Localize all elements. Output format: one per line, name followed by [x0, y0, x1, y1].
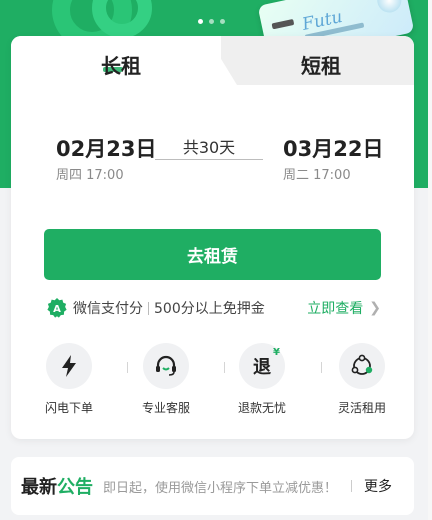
headset-icon [143, 343, 189, 389]
announcement-title-highlight: 公告 [57, 477, 93, 498]
feature-label: 灵活租用 [337, 401, 386, 415]
wechat-pay-score-icon: A [46, 297, 68, 319]
feature-customer-service: 专业客服 [126, 343, 206, 416]
feature-label: 专业客服 [141, 401, 190, 415]
view-now-label: 立即查看 [307, 301, 364, 317]
announcement-bar[interactable]: 最新公告 即日起，使用微信小程序下单立减优惠！ 更多 [11, 457, 414, 515]
tab-long-rent[interactable]: 长租 [101, 50, 141, 79]
pagination-dot [198, 19, 203, 24]
feature-flexible-rent: 灵活租用 [322, 343, 402, 416]
svg-text:A: A [53, 304, 61, 315]
pagination-dot [220, 19, 225, 24]
announcement-title: 最新公告 [21, 473, 93, 499]
wechat-pay-label: 微信支付分 [73, 301, 143, 317]
wechat-pay-row: A 微信支付分 500分以上免押金 立即查看 ❯ [46, 296, 381, 320]
start-weekday-time: 周四 17:00 [56, 168, 124, 183]
banner-pagination [198, 19, 225, 24]
feature-refund: 退 ¥ 退款无忧 [222, 343, 302, 416]
duration-divider [155, 159, 263, 160]
refund-icon-symbol: ¥ [273, 347, 280, 358]
divider [148, 301, 149, 315]
feature-list: 闪电下单 专业客服 退 ¥ 退款无忧 灵活租用 [11, 343, 414, 423]
network-icon [339, 343, 385, 389]
feature-fast-order: 闪电下单 [29, 343, 109, 416]
view-now-link[interactable]: 立即查看 ❯ [307, 298, 381, 318]
rent-button[interactable]: 去租赁 [44, 229, 381, 280]
announcement-text: 即日起，使用微信小程序下单立减优惠！ [103, 480, 338, 496]
announcement-title-part: 最新 [21, 477, 57, 498]
pagination-dot [209, 19, 214, 24]
wechat-pay-description: 500分以上免押金 [154, 301, 265, 317]
rental-card: 长租 短租 02月23日 周四 17:00 共30天 03月22日 周二 17:… [11, 36, 414, 439]
tab-short-rent[interactable]: 短租 [301, 50, 341, 79]
chevron-right-icon: ❯ [369, 300, 381, 316]
start-date[interactable]: 02月23日 [56, 133, 156, 163]
scrollbar-track [428, 0, 432, 520]
lightning-icon [46, 343, 92, 389]
rental-duration: 共30天 [182, 138, 236, 157]
divider [351, 480, 352, 492]
feature-label: 闪电下单 [44, 401, 93, 415]
more-link[interactable]: 更多 [364, 476, 392, 496]
refund-icon: 退 ¥ [239, 343, 285, 389]
feature-label: 退款无忧 [237, 401, 286, 415]
end-weekday-time: 周二 17:00 [283, 168, 351, 183]
refund-icon-text: 退 [253, 357, 271, 378]
end-date[interactable]: 03月22日 [283, 133, 383, 163]
